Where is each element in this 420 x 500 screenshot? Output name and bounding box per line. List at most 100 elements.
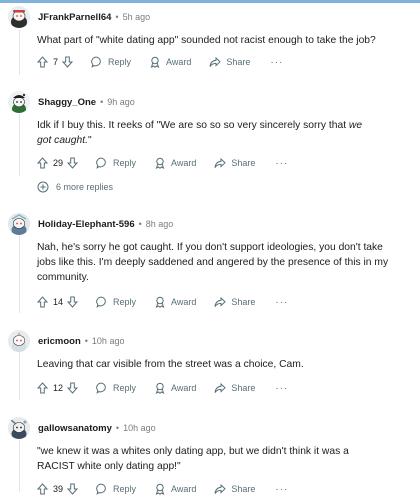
- award-button[interactable]: Award: [154, 157, 196, 169]
- upvote-icon[interactable]: [37, 296, 48, 308]
- speech-bubble-icon: [96, 296, 106, 308]
- reply-button[interactable]: Reply: [96, 157, 136, 169]
- username[interactable]: gallowsanatomy: [38, 423, 112, 434]
- vote-control: 12: [37, 382, 79, 394]
- comment-header: ericmoon • 10h ago: [8, 330, 124, 352]
- share-button[interactable]: Share: [214, 483, 255, 495]
- thread-line: [19, 440, 20, 492]
- share-arrow-icon: [209, 56, 222, 67]
- username[interactable]: JFrankParnell64: [38, 12, 111, 23]
- award-ribbon-icon: [155, 483, 165, 495]
- share-arrow-icon: [214, 296, 227, 307]
- reply-button[interactable]: Reply: [96, 382, 136, 394]
- more-options-button[interactable]: ···: [275, 484, 288, 495]
- more-options-button[interactable]: ···: [275, 383, 288, 394]
- speech-bubble-icon: [96, 382, 106, 394]
- vote-count: 29: [53, 158, 64, 168]
- upvote-icon[interactable]: [37, 56, 48, 68]
- downvote-icon[interactable]: [62, 56, 74, 68]
- timestamp[interactable]: 10h ago: [123, 423, 156, 433]
- comment-header: Shaggy_One • 9h ago: [8, 91, 135, 113]
- share-button[interactable]: Share: [214, 382, 255, 394]
- comment-text-end: ": [87, 135, 92, 146]
- avatar-snoo-icon: [8, 417, 30, 439]
- separator-dot: •: [138, 219, 142, 229]
- reply-label: Reply: [113, 158, 137, 168]
- more-replies-button[interactable]: 6 more replies: [37, 180, 113, 194]
- comment-actions: 7 Reply Award Share ···: [37, 54, 283, 70]
- comment-text: Nah, he's sorry he got caught. If you do…: [37, 242, 389, 283]
- award-ribbon-icon: [155, 382, 165, 394]
- vote-control: 29: [37, 157, 79, 169]
- comment-body: What part of "white dating app" sounded …: [37, 33, 407, 48]
- plus-circle-icon: [37, 181, 49, 193]
- timestamp[interactable]: 9h ago: [107, 97, 135, 107]
- comment-body: Leaving that car visible from the street…: [37, 357, 407, 372]
- upvote-icon[interactable]: [37, 157, 48, 169]
- separator-dot: •: [115, 12, 119, 22]
- timestamp[interactable]: 8h ago: [146, 219, 174, 229]
- reply-button[interactable]: Reply: [96, 483, 136, 495]
- reply-label: Reply: [108, 57, 132, 67]
- avatar[interactable]: [8, 213, 30, 235]
- timestamp[interactable]: 10h ago: [92, 336, 125, 346]
- vote-control: 14: [37, 296, 79, 308]
- vote-control: 39: [37, 483, 79, 495]
- more-replies-label: 6 more replies: [56, 182, 114, 192]
- comment-text: "we knew it was a whites only dating app…: [37, 446, 349, 472]
- award-label: Award: [171, 484, 197, 494]
- avatar[interactable]: [8, 91, 30, 113]
- username[interactable]: Shaggy_One: [38, 97, 96, 108]
- timestamp[interactable]: 5h ago: [123, 12, 151, 22]
- comment-text: Idk if I buy this. It reeks of "We are s…: [37, 120, 349, 131]
- reply-label: Reply: [113, 383, 137, 393]
- downvote-icon[interactable]: [67, 382, 79, 394]
- speech-bubble-icon: [96, 157, 106, 169]
- award-ribbon-icon: [150, 56, 160, 68]
- comment-header: JFrankParnell64 • 5h ago: [8, 6, 150, 28]
- reply-label: Reply: [113, 484, 137, 494]
- award-button[interactable]: Award: [149, 56, 191, 68]
- vote-count: 12: [53, 383, 64, 393]
- share-button[interactable]: Share: [214, 296, 255, 308]
- separator-dot: •: [115, 423, 120, 433]
- comment-actions: 12 Reply Award Share ···: [37, 380, 288, 396]
- award-label: Award: [171, 383, 197, 393]
- downvote-icon[interactable]: [67, 296, 79, 308]
- award-button[interactable]: Award: [154, 382, 196, 394]
- share-label: Share: [226, 57, 251, 67]
- avatar[interactable]: [8, 6, 30, 28]
- comment-thread: JFrankParnell64 • 5h ago What part of "w…: [0, 0, 420, 500]
- comment-body: Idk if I buy this. It reeks of "We are s…: [37, 118, 377, 148]
- award-label: Award: [171, 297, 197, 307]
- thread-line: [19, 235, 20, 313]
- share-arrow-icon: [214, 157, 227, 168]
- avatar[interactable]: [8, 330, 30, 352]
- downvote-icon[interactable]: [67, 483, 79, 495]
- downvote-icon[interactable]: [67, 157, 79, 169]
- share-label: Share: [231, 297, 256, 307]
- more-options-button[interactable]: ···: [275, 158, 288, 169]
- avatar-snoo-icon: [8, 330, 30, 352]
- reply-label: Reply: [113, 297, 137, 307]
- more-options-button[interactable]: ···: [275, 297, 288, 308]
- avatar-snoo-icon: [8, 6, 30, 28]
- upvote-icon[interactable]: [37, 382, 48, 394]
- award-label: Award: [171, 158, 197, 168]
- share-button[interactable]: Share: [209, 56, 250, 68]
- award-ribbon-icon: [155, 157, 165, 169]
- upvote-icon[interactable]: [37, 483, 48, 495]
- separator-dot: •: [84, 336, 88, 346]
- avatar[interactable]: [8, 417, 30, 439]
- username[interactable]: ericmoon: [38, 336, 81, 347]
- reply-button[interactable]: Reply: [96, 296, 136, 308]
- award-button[interactable]: Award: [154, 296, 196, 308]
- username[interactable]: Holiday-Elephant-596: [38, 219, 135, 230]
- more-options-button[interactable]: ···: [270, 57, 283, 68]
- speech-bubble-icon: [91, 56, 101, 68]
- avatar-snoo-icon: [8, 91, 30, 113]
- reply-button[interactable]: Reply: [91, 56, 131, 68]
- award-button[interactable]: Award: [154, 483, 196, 495]
- speech-bubble-icon: [96, 483, 106, 495]
- share-button[interactable]: Share: [214, 157, 255, 169]
